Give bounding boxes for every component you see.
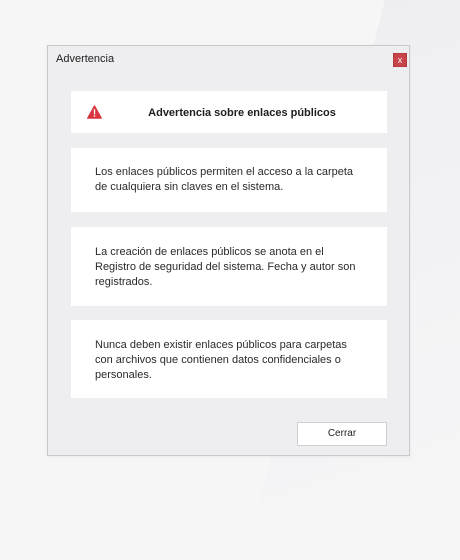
close-button[interactable]: Cerrar xyxy=(297,422,387,446)
message-card: Los enlaces públicos permiten el acceso … xyxy=(71,148,387,212)
close-window-button[interactable]: x xyxy=(393,53,407,67)
dialog-titlebar: Advertencia x xyxy=(48,46,409,72)
warning-header-card: Advertencia sobre enlaces públicos xyxy=(71,91,387,133)
warning-triangle-icon xyxy=(87,105,102,119)
message-text: La creación de enlaces públicos se anota… xyxy=(95,246,356,288)
dialog-title: Advertencia xyxy=(56,53,115,65)
warning-dialog: Advertencia x Advertencia sobre enlaces … xyxy=(47,45,410,456)
message-card: La creación de enlaces públicos se anota… xyxy=(71,227,387,306)
warning-heading: Advertencia sobre enlaces públicos xyxy=(148,107,336,119)
message-text: Los enlaces públicos permiten el acceso … xyxy=(95,166,354,193)
message-text: Nunca deben existir enlaces públicos par… xyxy=(95,339,347,381)
close-icon: x xyxy=(397,55,403,65)
message-card: Nunca deben existir enlaces públicos par… xyxy=(71,320,387,398)
